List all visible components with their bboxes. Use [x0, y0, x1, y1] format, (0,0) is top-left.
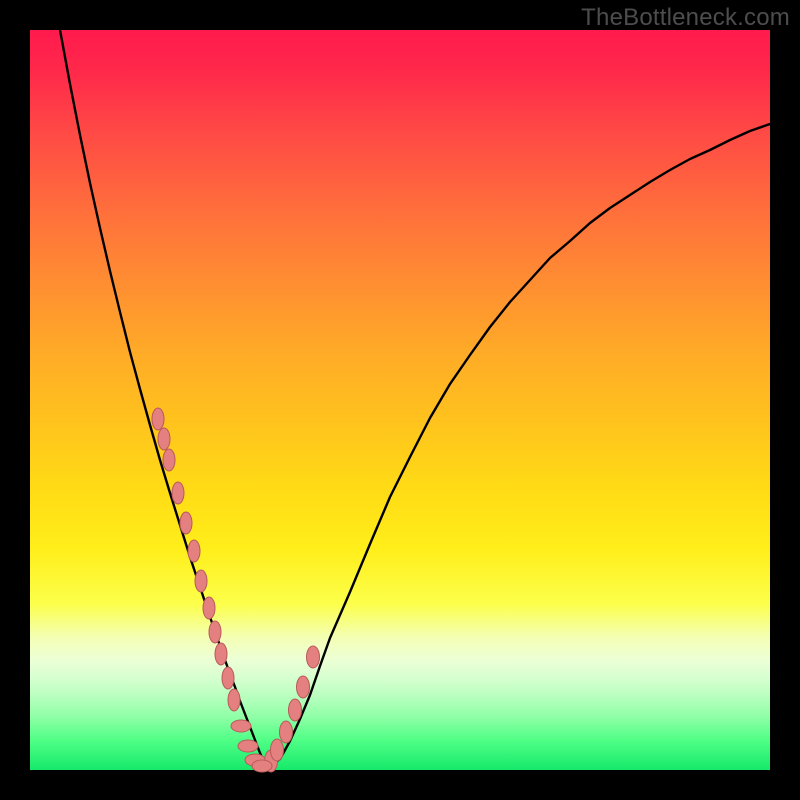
curve-marker: [280, 721, 293, 743]
curve-marker: [297, 676, 310, 698]
curve-marker: [180, 512, 192, 534]
curve-marker: [222, 667, 234, 689]
curve-marker: [231, 720, 251, 732]
curve-svg: [30, 30, 770, 770]
curve-marker: [209, 621, 221, 643]
plot-area: [30, 30, 770, 770]
curve-marker: [172, 482, 184, 504]
curve-marker: [307, 646, 320, 668]
curve-marker: [195, 570, 207, 592]
curve-marker: [238, 740, 258, 752]
curve-marker: [228, 689, 240, 711]
curve-marker: [152, 408, 164, 430]
curve-marker: [158, 428, 170, 450]
curve-marker: [215, 643, 227, 665]
markers-right-branch: [265, 646, 320, 772]
curve-marker: [252, 760, 272, 772]
curve-marker: [188, 540, 200, 562]
curve-marker: [163, 449, 175, 471]
bottleneck-curve: [60, 30, 770, 766]
watermark-text: TheBottleneck.com: [581, 4, 790, 32]
curve-marker: [271, 739, 284, 761]
curve-marker: [203, 597, 215, 619]
curve-group: [60, 30, 770, 772]
curve-marker: [289, 699, 302, 721]
chart-frame: TheBottleneck.com: [0, 0, 800, 800]
